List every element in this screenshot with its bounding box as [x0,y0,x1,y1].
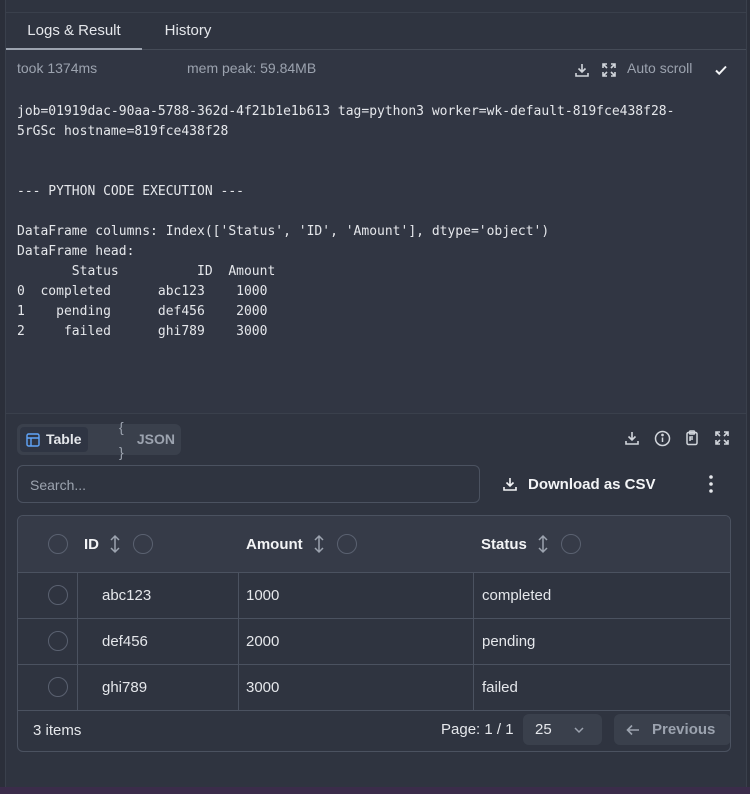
tab-bar: Logs & Result History [6,12,746,50]
cell-id: ghi789 [102,678,148,696]
column-menu-icon[interactable] [133,534,153,554]
braces-icon: { } [119,418,124,460]
fullscreen-icon[interactable] [712,428,732,448]
download-result-icon[interactable] [622,428,642,448]
auto-scroll-label[interactable]: Auto scroll [627,60,692,76]
column-label: Amount [246,535,303,553]
download-csv-label: Download as CSV [528,475,656,493]
view-toggle: Table { } JSON [17,419,181,460]
table-view-button[interactable]: Table [20,427,88,452]
log-line: 5rGSc hostname=819fce438f28 [17,124,229,139]
column-menu-icon[interactable] [560,534,581,554]
execution-duration: took 1374ms [17,60,98,76]
table-header: ID Amount Status [18,516,730,573]
memory-peak: mem peak: 59.84MB [187,60,317,76]
log-line: DataFrame head: [17,244,135,259]
select-all-checkbox[interactable] [48,516,68,572]
log-line: 1 pending def456 2000 [17,304,268,319]
result-panel: Table { } JSON Download as CSV [6,413,746,788]
tab-logs-result[interactable]: Logs & Result [6,12,142,50]
row-checkbox[interactable] [48,664,68,710]
download-logs-icon[interactable] [572,60,592,80]
page-size-select[interactable]: 25 [523,714,602,745]
table-row[interactable]: ghi789 3000 failed [18,664,730,711]
auto-scroll-check-icon[interactable] [711,60,731,80]
log-line: Status ID Amount [17,264,276,279]
log-line: DataFrame columns: Index(['Status', 'ID'… [17,224,550,239]
column-label: ID [84,535,99,553]
item-count: 3 items [33,722,82,739]
log-line: 2 failed ghi789 3000 [17,324,268,339]
cell-status: failed [482,678,518,696]
cell-status: pending [482,632,536,650]
json-view-button[interactable]: { } JSON [113,419,181,460]
cell-amount: 2000 [246,632,280,650]
cell-amount: 3000 [246,678,280,696]
page-size-value: 25 [535,721,552,738]
column-menu-icon[interactable] [336,534,357,554]
expand-logs-icon[interactable] [599,60,619,80]
download-csv-button[interactable]: Download as CSV [502,469,656,499]
cell-id: abc123 [102,586,152,604]
table-row[interactable]: def456 2000 pending [18,618,730,665]
sort-icon[interactable] [537,534,549,554]
chevron-down-icon [573,723,585,740]
search-input[interactable] [28,474,462,496]
search-box [17,465,480,503]
previous-label: Previous [652,721,716,738]
cell-status: completed [482,586,552,604]
sort-icon[interactable] [109,534,121,554]
data-table: ID Amount Status abc123 1000 completed d… [17,515,731,752]
bottom-strip [0,787,750,794]
info-icon[interactable] [652,428,672,448]
copy-clipboard-icon[interactable] [682,428,702,448]
table-footer: 3 items Page: 1 / 1 25 Previous [18,709,730,751]
table-icon [26,432,40,447]
cell-amount: 1000 [246,586,280,604]
page-indicator: Page: 1 / 1 [441,721,514,738]
row-checkbox[interactable] [48,572,68,618]
table-row[interactable]: abc123 1000 completed [18,572,730,619]
arrow-left-icon [626,723,640,737]
logs-panel: took 1374ms mem peak: 59.84MB Auto scrol… [6,50,746,413]
download-icon [502,476,518,492]
more-options-icon[interactable] [701,473,721,495]
sort-icon[interactable] [313,534,325,554]
previous-page-button[interactable]: Previous [614,714,730,745]
tab-history[interactable]: History [142,12,234,48]
cell-id: def456 [102,632,148,650]
app-panel: Logs & Result History took 1374ms mem pe… [5,0,747,788]
column-label: Status [481,535,527,553]
column-header-status[interactable]: Status [481,516,581,572]
log-line: --- PYTHON CODE EXECUTION --- [17,184,244,199]
log-line: job=01919dac-90aa-5788-362d-4f21b1e1b613… [17,104,675,119]
table-view-label: Table [46,431,82,447]
column-header-id[interactable]: ID [84,516,153,572]
log-line: 0 completed abc123 1000 [17,284,268,299]
row-checkbox[interactable] [48,618,68,664]
log-output: job=01919dac-90aa-5788-362d-4f21b1e1b613… [17,102,737,342]
json-view-label: JSON [136,431,175,447]
column-header-amount[interactable]: Amount [246,516,357,572]
